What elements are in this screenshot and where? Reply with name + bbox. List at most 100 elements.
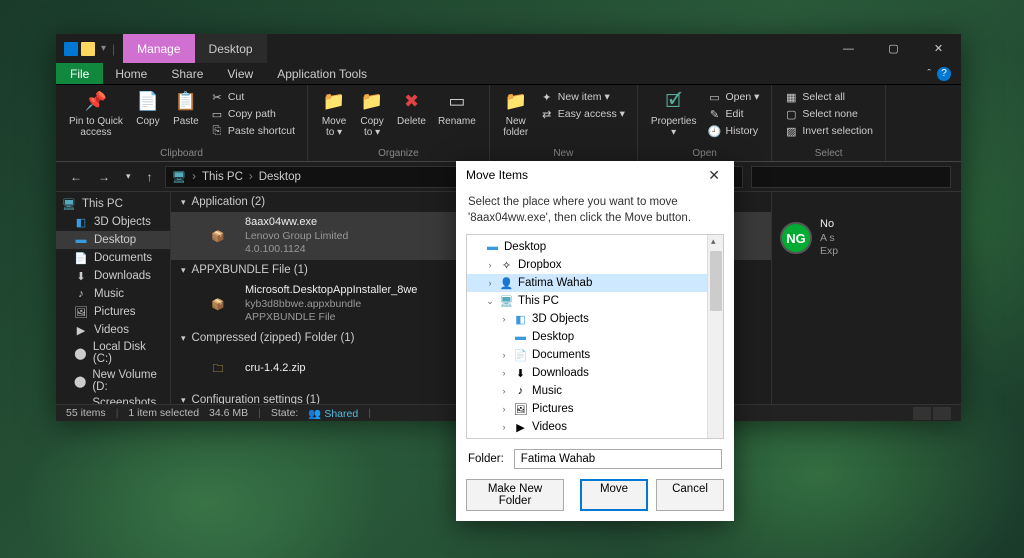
contextual-tab-manage[interactable]: Manage xyxy=(123,34,194,63)
expand-icon[interactable]: › xyxy=(499,350,509,360)
folder-input[interactable] xyxy=(514,449,722,469)
properties-button[interactable]: 🗹Properties ▾ xyxy=(646,87,702,148)
videos-icon: ▶ xyxy=(513,420,528,435)
nav-music[interactable]: ♪Music xyxy=(56,285,170,303)
group-label: Clipboard xyxy=(64,148,299,161)
select-none-button[interactable]: ▢Select none xyxy=(780,106,877,122)
delete-button[interactable]: ✖Delete xyxy=(392,87,431,148)
dialog-title: Move Items xyxy=(466,168,528,182)
breadcrumb[interactable]: Desktop xyxy=(259,171,301,183)
expand-icon[interactable]: › xyxy=(499,386,509,396)
help-icon[interactable]: ? xyxy=(937,67,951,81)
copy-icon: 📄 xyxy=(136,90,160,114)
menu-home[interactable]: Home xyxy=(103,63,159,84)
back-button[interactable]: ← xyxy=(66,170,86,184)
nav-pictures[interactable]: 🖼Pictures xyxy=(56,303,170,321)
chevron-down-icon: ▾ xyxy=(181,265,186,276)
disk-icon: ⬤ xyxy=(74,374,86,388)
cancel-button[interactable]: Cancel xyxy=(656,479,724,511)
dialog-close-button[interactable]: ✕ xyxy=(704,167,724,184)
paste-shortcut-button[interactable]: ⎘Paste shortcut xyxy=(206,123,299,139)
nav-screenshots[interactable]: ⬤Screenshots (\\M xyxy=(56,395,170,404)
tree-item[interactable]: ›⬤Local Disk (C:) xyxy=(467,436,723,439)
history-icon: 🕘 xyxy=(707,124,721,138)
rename-button[interactable]: ▭Rename xyxy=(433,87,481,148)
nav-documents[interactable]: 📄Documents xyxy=(56,249,170,267)
open-icon: ▭ xyxy=(707,90,721,104)
tree-item-this-pc[interactable]: ⌄🖥This PC xyxy=(467,292,723,310)
nav-3d-objects[interactable]: ◧3D Objects xyxy=(56,213,170,231)
path-icon: ▭ xyxy=(210,107,224,121)
paste-button[interactable]: 📋Paste xyxy=(168,87,204,148)
scrollbar-thumb[interactable] xyxy=(710,251,722,311)
copy-to-button[interactable]: 📁Copy to ▾ xyxy=(354,87,390,148)
copy-button[interactable]: 📄Copy xyxy=(130,87,166,148)
tree-item[interactable]: ›◧3D Objects xyxy=(467,310,723,328)
forward-button[interactable]: → xyxy=(94,170,114,184)
close-button[interactable]: ✕ xyxy=(916,34,961,63)
tree-item-desktop[interactable]: ▬Desktop xyxy=(467,238,723,256)
history-button[interactable]: 🕘History xyxy=(703,123,763,139)
chevron-down-icon: ▾ xyxy=(181,197,186,208)
shortcut-icon: ⎘ xyxy=(210,124,224,138)
minimize-button[interactable]: — xyxy=(826,34,871,63)
disk-icon: ⬤ xyxy=(513,438,528,440)
new-folder-button[interactable]: 📁New folder xyxy=(498,87,534,148)
copy-path-button[interactable]: ▭Copy path xyxy=(206,106,299,122)
tree-item[interactable]: ›🖼Pictures xyxy=(467,400,723,418)
tree-item[interactable]: ›▶Videos xyxy=(467,418,723,436)
nav-new-volume-d[interactable]: ⬤New Volume (D: xyxy=(56,367,170,395)
easy-access-button[interactable]: ⇄Easy access ▾ xyxy=(536,106,629,122)
maximize-button[interactable]: ▢ xyxy=(871,34,916,63)
expand-icon[interactable]: › xyxy=(485,260,495,270)
tree-item[interactable]: ›⬇Downloads xyxy=(467,364,723,382)
qat-dropdown-icon[interactable]: ▾ xyxy=(98,43,109,54)
explorer-icon xyxy=(64,42,78,56)
tree-item-user[interactable]: ›👤Fatima Wahab xyxy=(467,274,723,292)
cut-button[interactable]: ✂Cut xyxy=(206,89,299,105)
tree-item-dropbox[interactable]: ›✧Dropbox xyxy=(467,256,723,274)
menu-app-tools[interactable]: Application Tools xyxy=(265,63,379,84)
expand-icon[interactable]: › xyxy=(499,422,509,432)
invert-selection-button[interactable]: ▨Invert selection xyxy=(780,123,877,139)
breadcrumb[interactable]: This PC xyxy=(202,171,243,183)
move-button[interactable]: Move xyxy=(580,479,648,511)
move-to-button[interactable]: 📁Move to ▾ xyxy=(316,87,352,148)
collapse-icon[interactable]: ⌄ xyxy=(485,296,495,307)
menu-share[interactable]: Share xyxy=(159,63,215,84)
status-shared: 👥 Shared xyxy=(308,407,358,420)
nav-this-pc[interactable]: 🖥This PC xyxy=(56,195,170,213)
expand-icon[interactable]: › xyxy=(485,278,495,288)
tree-item[interactable]: ›♪Music xyxy=(467,382,723,400)
file-item[interactable]: NG NoA sExp xyxy=(772,214,961,262)
recent-locations-button[interactable]: ▾ xyxy=(122,171,135,182)
nav-downloads[interactable]: ⬇Downloads xyxy=(56,267,170,285)
nav-desktop[interactable]: ▬Desktop xyxy=(56,231,170,249)
quick-access-toolbar: ▾ | xyxy=(56,34,123,63)
pin-to-quick-access-button[interactable]: 📌Pin to Quick access xyxy=(64,87,128,148)
file-menu[interactable]: File xyxy=(56,63,103,84)
view-large-button[interactable] xyxy=(933,407,951,420)
nav-local-disk-c[interactable]: ⬤Local Disk (C:) xyxy=(56,339,170,367)
search-box[interactable] xyxy=(751,166,951,188)
status-item-count: 55 items xyxy=(66,407,106,419)
cube-icon: ◧ xyxy=(74,215,88,229)
navigation-pane: 🖥This PC ◧3D Objects ▬Desktop 📄Documents… xyxy=(56,192,171,404)
menu-view[interactable]: View xyxy=(215,63,265,84)
up-button[interactable]: ↑ xyxy=(143,170,157,184)
new-item-button[interactable]: ✦New item ▾ xyxy=(536,89,629,105)
edit-button[interactable]: ✎Edit xyxy=(703,106,763,122)
view-details-button[interactable] xyxy=(913,407,931,420)
ribbon-collapse-icon[interactable]: ˆ xyxy=(927,68,931,80)
tree-item[interactable]: ›📄Documents xyxy=(467,346,723,364)
expand-icon[interactable]: › xyxy=(499,368,509,378)
open-button[interactable]: ▭Open ▾ xyxy=(703,89,763,105)
menu-bar: File Home Share View Application Tools ˆ… xyxy=(56,63,961,85)
expand-icon[interactable]: › xyxy=(499,314,509,324)
nav-videos[interactable]: ▶Videos xyxy=(56,321,170,339)
make-new-folder-button[interactable]: Make New Folder xyxy=(466,479,564,511)
select-all-button[interactable]: ▦Select all xyxy=(780,89,877,105)
expand-icon[interactable]: › xyxy=(499,404,509,414)
tree-item[interactable]: ▬Desktop xyxy=(467,328,723,346)
scrollbar[interactable] xyxy=(707,235,723,438)
